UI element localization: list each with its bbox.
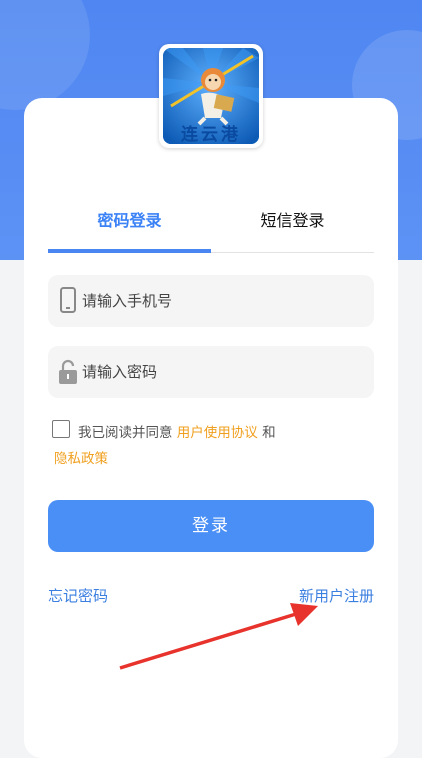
- logo-text: 连云港: [181, 125, 241, 144]
- privacy-policy-link[interactable]: 隐私政策: [54, 451, 108, 467]
- decorative-circle: [0, 0, 90, 110]
- phone-icon: [58, 287, 78, 315]
- phone-input[interactable]: [82, 275, 362, 327]
- app-logo: 连云港: [159, 44, 263, 148]
- agreement-text-line2: 隐私政策: [54, 447, 108, 467]
- tab-sms-login[interactable]: 短信登录: [211, 210, 374, 250]
- register-link[interactable]: 新用户注册: [299, 585, 374, 606]
- user-agreement-link[interactable]: 用户使用协议: [177, 425, 258, 441]
- agreement-prefix: 我已阅读并同意: [78, 425, 177, 441]
- password-field: [48, 346, 374, 398]
- password-input[interactable]: [82, 346, 362, 398]
- monkey-king-logo-icon: 连云港: [163, 48, 259, 144]
- phone-field: [48, 275, 374, 327]
- agreement-text-line1: 我已阅读并同意 用户使用协议 和: [78, 421, 276, 441]
- active-tab-indicator: [48, 249, 211, 253]
- agreement-and: 和: [257, 425, 276, 441]
- tab-password-login[interactable]: 密码登录: [48, 210, 211, 250]
- login-tabs: 密码登录 短信登录: [48, 210, 374, 255]
- forgot-password-link[interactable]: 忘记密码: [48, 585, 108, 606]
- login-button[interactable]: 登录: [48, 500, 374, 552]
- lock-icon: [58, 358, 78, 386]
- agreement-checkbox[interactable]: [52, 420, 70, 438]
